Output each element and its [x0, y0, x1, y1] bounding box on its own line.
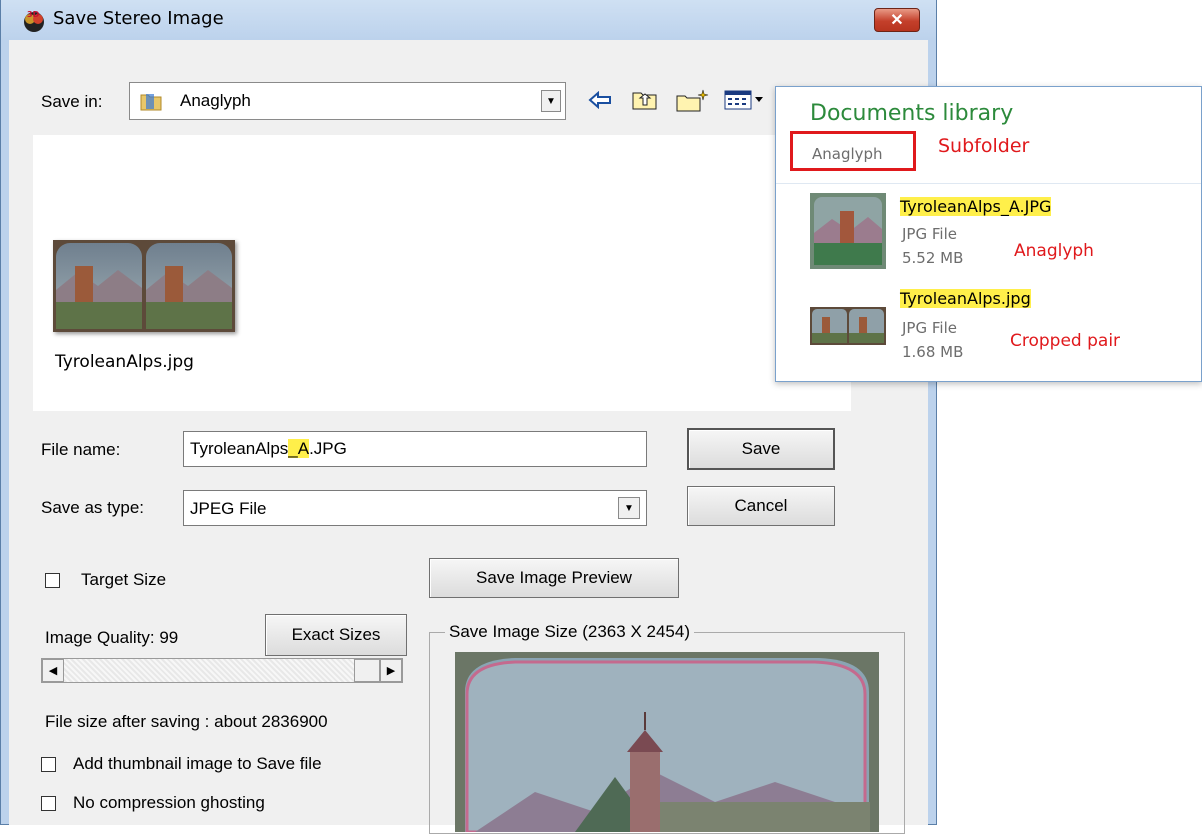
file-1-size: 5.52 MB	[902, 249, 964, 267]
up-folder-icon	[632, 92, 657, 110]
up-folder-button[interactable]	[629, 86, 661, 114]
cropped-pair-file-thumbnail[interactable]	[810, 307, 886, 345]
save-image-preview-button[interactable]: Save Image Preview	[429, 558, 679, 598]
file-2-name[interactable]: TyroleanAlps.jpg	[900, 289, 1031, 308]
thumbnail-checkbox[interactable]	[41, 757, 56, 772]
app-icon: 3D	[24, 10, 44, 32]
library-title: Documents library	[810, 101, 1014, 126]
close-icon: ✕	[890, 12, 904, 29]
view-menu-button[interactable]	[723, 86, 769, 114]
subfolder-name[interactable]: Anaglyph	[812, 145, 883, 163]
file-preview-pane[interactable]: TyroleanAlps.jpg	[33, 135, 851, 411]
documents-library-popup: Documents library Anaglyph Subfolder Tyr…	[775, 86, 1202, 382]
stereo-pair-thumbnail[interactable]	[53, 240, 235, 332]
scroll-right-button[interactable]: ▶	[380, 659, 402, 682]
save-as-type-select[interactable]: JPEG File ▼	[183, 490, 647, 526]
save-button[interactable]: Save	[687, 428, 835, 470]
back-arrow-icon	[588, 91, 611, 109]
save-in-combobox[interactable]: Anaglyph ▼	[129, 82, 566, 120]
file-size-text: File size after saving : about 2836900	[45, 712, 328, 731]
subfolder-annotation: Subfolder	[938, 135, 1030, 157]
new-folder-icon	[676, 89, 709, 112]
new-folder-button[interactable]	[673, 86, 713, 114]
file-2-size: 1.68 MB	[902, 343, 964, 361]
save-in-dropdown-button[interactable]: ▼	[541, 90, 561, 112]
svg-text:3D: 3D	[27, 10, 40, 19]
cancel-button[interactable]: Cancel	[687, 486, 835, 526]
file-name-suffix: .JPG	[309, 439, 347, 458]
file-2-name-text: TyroleanAlps.jpg	[900, 289, 1031, 308]
file-1-annotation: Anaglyph	[1014, 241, 1094, 261]
exact-sizes-button[interactable]: Exact Sizes	[265, 614, 407, 656]
save-as-type-value: JPEG File	[190, 499, 267, 518]
folder-icon	[140, 94, 162, 111]
arrow-right-icon: ▶	[386, 665, 396, 677]
back-button[interactable]	[586, 86, 614, 114]
anaglyph-file-thumbnail[interactable]	[810, 193, 886, 269]
file-2-annotation: Cropped pair	[1010, 331, 1121, 351]
file-name-label: File name:	[41, 440, 121, 459]
save-in-label: Save in:	[41, 92, 103, 111]
view-menu-icon	[724, 90, 763, 110]
ghosting-checkbox[interactable]	[41, 796, 56, 811]
target-size-checkbox[interactable]	[45, 573, 60, 588]
file-1-name[interactable]: TyroleanAlps_A.JPG	[900, 197, 1052, 216]
anaglyph-preview-image	[455, 652, 879, 832]
window-title: Save Stereo Image	[53, 8, 224, 29]
image-quality-scrollbar[interactable]: ◀ ▶	[41, 658, 403, 683]
popup-divider	[776, 183, 1201, 184]
file-name-input[interactable]: TyroleanAlps_A.JPG	[183, 431, 647, 467]
save-in-value: Anaglyph	[180, 91, 251, 110]
chevron-down-icon: ▼	[546, 95, 556, 107]
save-as-type-dropdown-button[interactable]: ▼	[618, 497, 640, 519]
close-button[interactable]: ✕	[874, 8, 920, 32]
scroll-left-button[interactable]: ◀	[42, 659, 64, 682]
file-name-prefix: TyroleanAlps	[190, 439, 289, 458]
title-bar[interactable]: 3D Save Stereo Image ✕	[1, 0, 936, 40]
ghosting-label: No compression ghosting	[73, 793, 265, 812]
file-1-type: JPG File	[902, 225, 957, 243]
image-quality-label: Image Quality: 99	[45, 628, 179, 647]
save-image-size-label: Save Image Size (2363 X 2454)	[445, 622, 694, 642]
file-name-highlight: _A	[288, 439, 310, 458]
scrollbar-thumb[interactable]	[354, 659, 380, 682]
target-size-label: Target Size	[81, 570, 167, 589]
chevron-down-icon: ▼	[624, 502, 634, 514]
thumbnail-filename: TyroleanAlps.jpg	[55, 352, 194, 372]
file-2-type: JPG File	[902, 319, 957, 337]
arrow-left-icon: ◀	[48, 665, 58, 677]
file-name-value: TyroleanAlps_A.JPG	[190, 439, 347, 459]
save-as-type-label: Save as type:	[41, 498, 145, 517]
thumbnail-label: Add thumbnail image to Save file	[73, 754, 322, 773]
file-1-name-text: TyroleanAlps_A.JPG	[900, 197, 1052, 216]
